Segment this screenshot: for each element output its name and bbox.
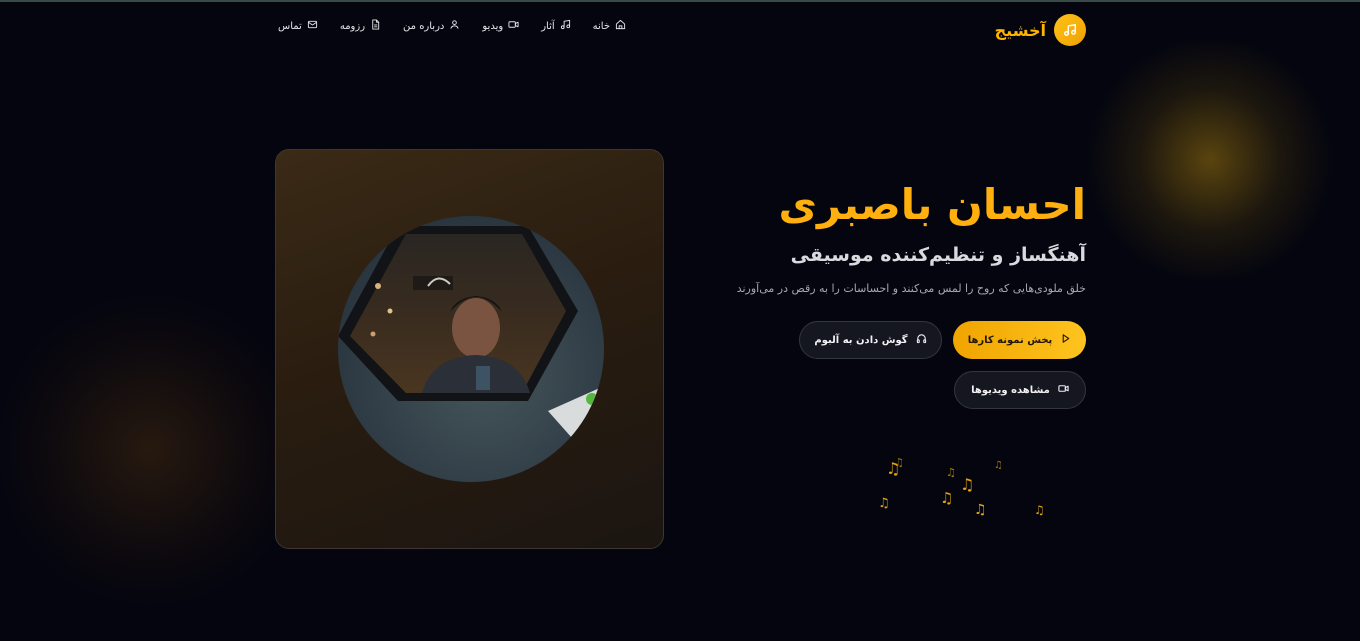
music-note-icon: ♫: [940, 489, 954, 507]
music-note-icon: ♫: [974, 502, 987, 518]
nav-item-label: درباره من: [403, 20, 445, 32]
nav-item-label: ویدیو: [482, 20, 504, 32]
listen-album-button[interactable]: گوش دادن به آلبوم: [799, 321, 942, 359]
music-note-icon: ♫: [1034, 503, 1045, 517]
document-icon: [370, 19, 381, 33]
floating-notes-decoration: ♫ ♫ ♫ ♫ ♫ ♫ ♫ ♫ ♫: [870, 455, 1070, 525]
watch-videos-button[interactable]: مشاهده ویدیوها: [954, 371, 1086, 409]
nav-item-label: آثار: [541, 20, 555, 32]
nav-item-video[interactable]: ویدیو: [482, 19, 519, 33]
music-note-icon: [1054, 14, 1086, 46]
music-note-icon: ♫: [878, 496, 890, 511]
music-note-icon: [560, 19, 571, 33]
hero-description: خلق ملودی‌هایی که روح را لمس می‌کنند و ا…: [736, 282, 1086, 295]
hero-title: احسان باصبری: [778, 180, 1086, 229]
nav-item-home[interactable]: خانه: [593, 19, 626, 33]
hero-subtitle: آهنگساز و تنظیم‌کننده موسیقی: [790, 244, 1086, 266]
video-icon: [1058, 383, 1069, 397]
listen-album-label: گوش دادن به آلبوم: [814, 334, 908, 346]
decorative-glow-left: [0, 290, 300, 610]
music-note-icon: ♫: [946, 466, 956, 479]
music-note-icon: ♫: [960, 475, 975, 494]
brand-logo[interactable]: آخشیج: [995, 14, 1086, 46]
nav-item-label: رزومه: [339, 20, 366, 32]
brand-name: آخشیج: [994, 20, 1046, 40]
home-icon: [615, 19, 626, 33]
nav-item-about[interactable]: درباره من: [403, 19, 460, 33]
watch-videos-label: مشاهده ویدیوها: [971, 384, 1050, 396]
play-samples-button[interactable]: پخش نمونه کارها: [953, 321, 1086, 359]
artist-portrait-photo: [338, 216, 604, 482]
mail-icon: [307, 19, 318, 33]
user-icon: [449, 19, 460, 33]
main-navigation: خانه آثار ویدیو درباره من رزومه تماس: [276, 19, 626, 33]
nav-item-resume[interactable]: رزومه: [340, 19, 381, 33]
nav-item-works[interactable]: آثار: [541, 19, 570, 33]
video-icon: [508, 19, 519, 33]
top-border-line: [0, 0, 1360, 2]
play-samples-label: پخش نمونه کارها: [967, 334, 1053, 346]
play-icon: [1060, 333, 1071, 347]
nav-item-contact[interactable]: تماس: [278, 19, 318, 33]
headphones-icon: [916, 333, 927, 347]
decorative-glow-right: [1080, 40, 1340, 280]
nav-item-label: خانه: [592, 20, 610, 32]
nav-item-label: تماس: [278, 20, 302, 32]
music-note-icon: ♫: [994, 460, 1003, 471]
portrait-card: [275, 149, 664, 549]
music-note-icon: ♫: [894, 456, 904, 469]
